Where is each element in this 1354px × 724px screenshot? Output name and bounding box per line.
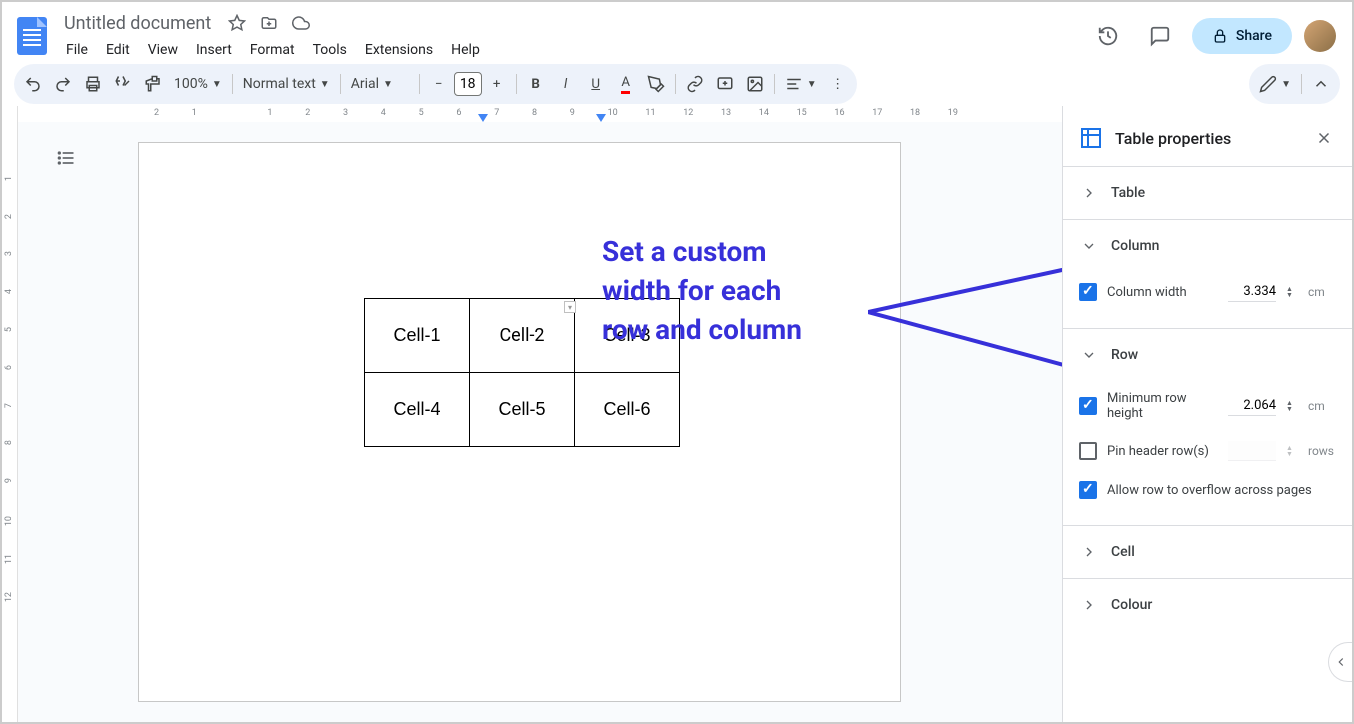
star-icon[interactable] xyxy=(225,11,249,35)
menu-help[interactable]: Help xyxy=(443,38,488,62)
min-row-height-label: Minimum row height xyxy=(1107,391,1218,421)
share-label: Share xyxy=(1236,28,1272,44)
menu-view[interactable]: View xyxy=(140,38,186,62)
panel-title: Table properties xyxy=(1115,129,1300,148)
pin-header-checkbox[interactable] xyxy=(1079,442,1097,460)
title-area: Untitled document File Edit View Insert … xyxy=(58,11,1088,62)
table-cell[interactable]: Cell-4 xyxy=(365,373,470,447)
table-icon xyxy=(1079,126,1103,150)
highlight-color-button[interactable] xyxy=(641,69,671,99)
chevron-down-icon: ▼ xyxy=(1281,79,1291,90)
section-colour[interactable]: Colour xyxy=(1063,579,1352,631)
insert-link-button[interactable] xyxy=(680,69,710,99)
indent-marker-right[interactable] xyxy=(596,114,606,122)
horizontal-ruler: 2112345678910111213141516171819 xyxy=(18,106,1062,122)
chevron-down-icon xyxy=(1079,236,1099,256)
italic-button[interactable]: I xyxy=(551,69,581,99)
history-icon[interactable] xyxy=(1088,16,1128,56)
min-row-height-input[interactable] xyxy=(1228,396,1276,416)
font-size-input[interactable] xyxy=(454,72,482,96)
insert-comment-button[interactable] xyxy=(710,69,740,99)
section-cell[interactable]: Cell xyxy=(1063,526,1352,578)
underline-button[interactable]: U xyxy=(581,69,611,99)
chevron-right-icon xyxy=(1079,595,1099,615)
toolbar: 100%▼ Normal text▼ Arial▼ − + B I U A ▼ … xyxy=(2,62,1352,106)
content-area: 2112345678910111213141516171819 Cell-1 C… xyxy=(18,106,1062,722)
table-cell[interactable]: Cell-5 xyxy=(470,373,575,447)
table-properties-panel: Table properties Table Column Column wid… xyxy=(1062,106,1352,722)
paint-format-button[interactable] xyxy=(138,69,168,99)
more-button[interactable]: ⋮ xyxy=(823,69,853,99)
menu-bar: File Edit View Insert Format Tools Exten… xyxy=(58,38,1088,62)
stepper-icon[interactable]: ▲▼ xyxy=(1286,400,1298,412)
menu-extensions[interactable]: Extensions xyxy=(357,38,441,62)
stepper-icon[interactable]: ▲▼ xyxy=(1286,286,1298,298)
share-button[interactable]: Share xyxy=(1192,18,1292,54)
table-cell[interactable]: Cell-1 xyxy=(365,299,470,373)
menu-insert[interactable]: Insert xyxy=(188,38,240,62)
menu-tools[interactable]: Tools xyxy=(305,38,355,62)
outline-button[interactable] xyxy=(50,142,82,174)
close-icon[interactable] xyxy=(1312,126,1336,150)
page[interactable]: Cell-1 Cell-2▾ Cell-3 Cell-4 Cell-5 Cell… xyxy=(138,142,901,702)
text-color-button[interactable]: A xyxy=(611,69,641,99)
section-column[interactable]: Column xyxy=(1063,220,1352,272)
chevron-down-icon xyxy=(1079,345,1099,365)
paragraph-style-dropdown[interactable]: Normal text▼ xyxy=(237,72,336,96)
annotation-text: Set a custom width for each row and colu… xyxy=(602,232,802,350)
insert-image-button[interactable] xyxy=(740,69,770,99)
table-row[interactable]: Cell-4 Cell-5 Cell-6 xyxy=(365,373,680,447)
undo-button[interactable] xyxy=(18,69,48,99)
column-width-input[interactable] xyxy=(1228,282,1276,302)
chevron-down-icon: ▼ xyxy=(212,79,222,90)
collapse-toolbar-button[interactable] xyxy=(1306,69,1336,99)
avatar[interactable] xyxy=(1304,20,1336,52)
main-area: 123456789101112 211234567891011121314151… xyxy=(2,106,1352,722)
cloud-icon[interactable] xyxy=(289,11,313,35)
overflow-checkbox[interactable] xyxy=(1079,481,1097,499)
chevron-down-icon: ▼ xyxy=(320,79,330,90)
print-button[interactable] xyxy=(78,69,108,99)
docs-logo-icon[interactable] xyxy=(14,18,50,54)
decrease-font-button[interactable]: − xyxy=(424,69,454,99)
column-width-label: Column width xyxy=(1107,285,1218,300)
chevron-right-icon xyxy=(1079,542,1099,562)
lock-icon xyxy=(1212,28,1228,44)
indent-marker-left[interactable] xyxy=(478,114,488,122)
min-row-height-checkbox[interactable] xyxy=(1079,397,1097,415)
overflow-label: Allow row to overflow across pages xyxy=(1107,483,1336,498)
pin-header-input xyxy=(1228,441,1276,461)
column-width-checkbox[interactable] xyxy=(1079,283,1097,301)
zoom-dropdown[interactable]: 100%▼ xyxy=(168,72,228,96)
increase-font-button[interactable]: + xyxy=(482,69,512,99)
bold-button[interactable]: B xyxy=(521,69,551,99)
stepper-icon: ▲▼ xyxy=(1286,445,1298,457)
chevron-down-icon: ▼ xyxy=(807,79,817,90)
move-icon[interactable] xyxy=(257,11,281,35)
document-canvas[interactable]: Cell-1 Cell-2▾ Cell-3 Cell-4 Cell-5 Cell… xyxy=(18,122,1062,722)
table-cell[interactable]: Cell-2▾ xyxy=(470,299,575,373)
align-dropdown[interactable]: ▼ xyxy=(779,71,823,97)
comments-icon[interactable] xyxy=(1140,16,1180,56)
table-cell[interactable]: Cell-6 xyxy=(575,373,680,447)
font-dropdown[interactable]: Arial▼ xyxy=(345,72,415,96)
menu-edit[interactable]: Edit xyxy=(98,38,138,62)
chevron-right-icon xyxy=(1079,183,1099,203)
editing-mode-dropdown[interactable]: ▼ xyxy=(1253,71,1297,97)
menu-file[interactable]: File xyxy=(58,38,96,62)
section-row[interactable]: Row xyxy=(1063,329,1352,381)
menu-format[interactable]: Format xyxy=(242,38,303,62)
pin-header-label: Pin header row(s) xyxy=(1107,444,1218,459)
cell-handle-icon[interactable]: ▾ xyxy=(564,301,576,313)
document-title[interactable]: Untitled document xyxy=(58,11,217,36)
vertical-ruler: 123456789101112 xyxy=(2,106,18,722)
redo-button[interactable] xyxy=(48,69,78,99)
spellcheck-button[interactable] xyxy=(108,69,138,99)
chevron-down-icon: ▼ xyxy=(383,79,393,90)
app-header: Untitled document File Edit View Insert … xyxy=(2,2,1352,62)
section-table[interactable]: Table xyxy=(1063,167,1352,219)
